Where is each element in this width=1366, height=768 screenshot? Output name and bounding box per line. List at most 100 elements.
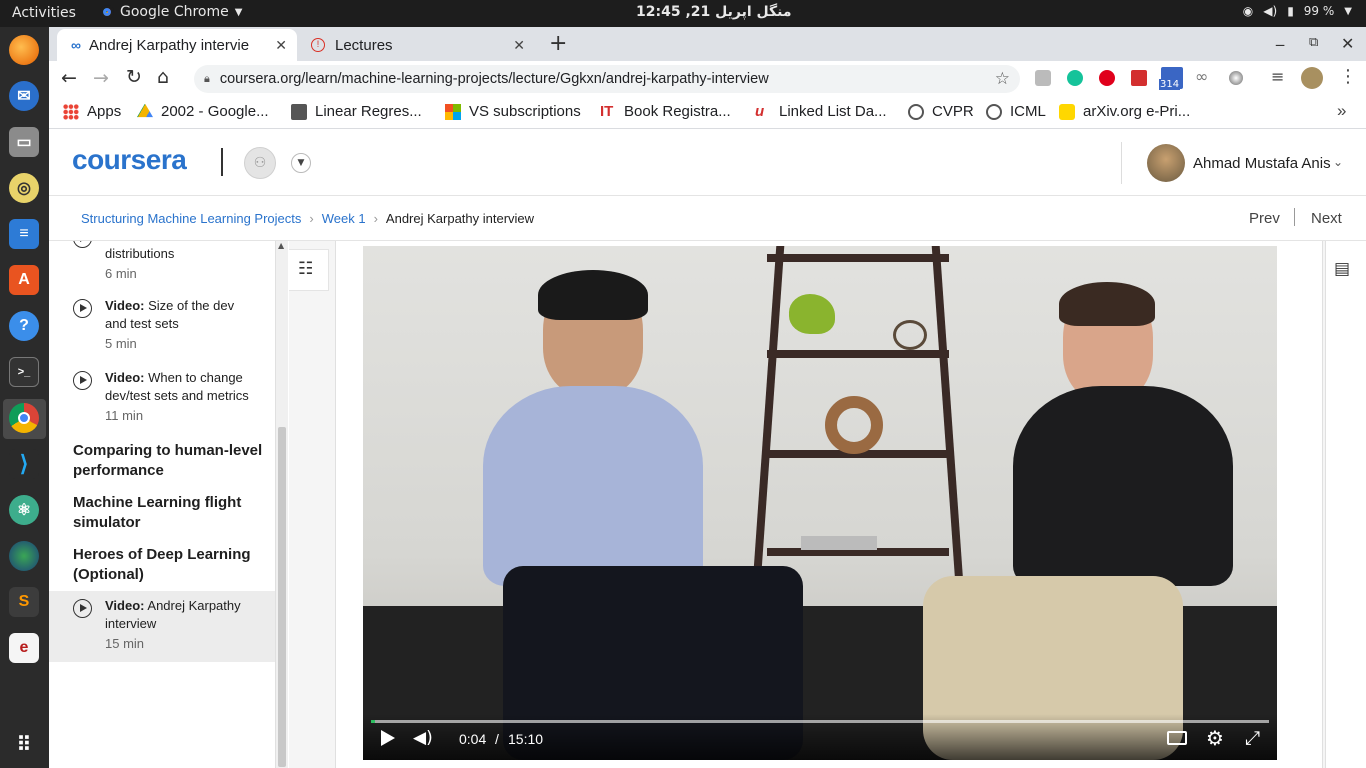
breadcrumb-week[interactable]: Week 1 [322,211,366,226]
notes-icon[interactable]: ▤ [1334,259,1350,279]
scroll-up-icon[interactable]: ▲ [278,241,284,250]
media-list-icon[interactable]: ≡ [1271,67,1284,86]
it-logo-icon: IT [600,102,614,120]
tab-karpathy[interactable]: ∞ Andrej Karpathy intervie ✕ [57,29,297,61]
breadcrumb: Structuring Machine Learning Projects › … [81,211,534,226]
chevron-down-icon: ▼ [234,6,243,18]
breadcrumb-course[interactable]: Structuring Machine Learning Projects [81,211,301,226]
bookmark-linked-list[interactable]: u Linked List Da... [755,103,887,120]
bookmark-cvpr[interactable]: CVPR [908,103,974,120]
section-heading[interactable]: Heroes of Deep Learning (Optional) [73,545,263,585]
bookmark-google-drive[interactable]: 2002 - Google... [137,103,269,120]
activities-button[interactable]: Activities [12,5,76,21]
adblock-icon[interactable] [1099,70,1115,86]
mendeley-icon[interactable]: e [9,633,39,663]
team-avatar[interactable]: ⚇ [244,147,276,179]
bookmark-book-registration[interactable]: IT Book Registra... [600,103,731,120]
chevron-down-icon[interactable]: ▼ [291,153,311,173]
list-item[interactable]: distributions 6 min [73,241,273,287]
sidebar-scrollbar[interactable]: ▲ [275,241,288,768]
captions-icon[interactable] [1167,731,1187,745]
atom-icon[interactable]: ⚛ [9,495,39,525]
scroll-thumb[interactable] [278,427,286,767]
video-controls: ◀) 0:04 / 15:10 ⚙ ⤢ [363,714,1277,760]
browser-toolbar: ← → ↻ ⌂ 🔒︎ coursera.org/learn/machine-le… [49,61,1366,95]
play-icon[interactable] [381,730,395,746]
section-heading[interactable]: Machine Learning flight simulator [73,493,263,533]
software-center-icon[interactable]: A [9,265,39,295]
address-bar[interactable]: 🔒︎ coursera.org/learn/machine-learning-p… [194,65,1020,93]
chevron-right-icon: › [309,211,314,226]
rhythmbox-icon[interactable]: ◎ [9,173,39,203]
section-heading[interactable]: Comparing to human-level performance [73,441,263,481]
vscode-icon[interactable]: ⟩ [9,449,39,479]
progress-track[interactable] [371,720,1269,723]
earth-icon[interactable] [9,541,39,571]
new-tab-button[interactable]: + [549,31,567,56]
system-tray[interactable]: ◉ ◀) ▮ 99 % ▼ [1243,4,1352,18]
clock[interactable]: منگل اپریل 21, 12:45 [636,4,792,20]
list-item[interactable]: Video: When to change dev/test sets and … [73,369,273,431]
home-icon[interactable]: ⌂ [157,66,169,88]
close-icon[interactable]: ✕ [513,37,525,54]
video-player[interactable]: ◀) 0:04 / 15:10 ⚙ ⤢ [363,246,1277,760]
gear-icon[interactable]: ⚙ [1206,726,1224,750]
minimize-button[interactable]: ‒ [1275,35,1285,54]
show-applications-icon[interactable]: ⠿ [9,729,39,759]
bookmark-icml[interactable]: ICML [986,103,1046,120]
globe-icon [908,103,924,120]
tab-lectures[interactable]: ! Lectures ✕ [299,29,535,61]
bookmark-linear-regression[interactable]: Linear Regres... [291,103,422,120]
sublime-icon[interactable]: S [9,587,39,617]
tab-strip: ∞ Andrej Karpathy intervie ✕ ! Lectures … [49,27,1366,61]
profile-avatar[interactable] [1301,67,1323,89]
fullscreen-icon[interactable]: ⤢ [1245,727,1260,749]
close-window-button[interactable]: ✕ [1341,34,1354,53]
firefox-icon[interactable] [9,35,39,65]
outline-toggle[interactable]: ☷ [289,249,329,291]
maximize-button[interactable]: ⧉ [1309,35,1318,50]
bookmark-vs-subscriptions[interactable]: VS subscriptions [445,103,581,120]
help-icon[interactable]: ? [9,311,39,341]
coursera-logo[interactable]: coursera [72,144,187,176]
files-icon[interactable]: ▭ [9,127,39,157]
chrome-dock-icon[interactable] [9,403,39,433]
play-circle-icon [73,241,92,248]
reload-icon[interactable]: ↻ [126,66,142,88]
next-button[interactable]: Next [1311,210,1342,227]
bookmark-arxiv[interactable]: arXiv.org e-Pri... [1059,103,1190,120]
user-name[interactable]: Ahmad Mustafa Anis [1193,155,1331,172]
item-title: Video: Andrej Karpathy interview [105,598,241,631]
play-circle-icon [73,371,92,390]
binoculars-icon[interactable]: ∞ [1195,67,1208,86]
bookmark-star-icon[interactable]: ☆ [995,69,1010,89]
apps-grid-icon [63,103,79,120]
header-divider [221,148,223,176]
menu-icon[interactable]: ⋮ [1339,66,1357,87]
writer-icon[interactable]: ≡ [9,219,39,249]
chevron-down-icon[interactable]: ⌄ [1333,155,1343,169]
app-menu[interactable]: Google Chrome ▼ [100,4,242,20]
back-icon[interactable]: ← [61,67,77,89]
bookmark-apps[interactable]: Apps [63,103,121,120]
coursera-page: coursera ⚇ ▼ Ahmad Mustafa Anis ⌄ Struct… [49,130,1366,768]
user-avatar[interactable] [1147,144,1185,182]
more-bookmarks-icon[interactable]: » [1337,101,1346,121]
grammarly-icon[interactable] [1067,70,1083,86]
breadcrumb-bar: Structuring Machine Learning Projects › … [49,196,1366,241]
progress-fill [371,720,376,723]
pdf-extension-icon[interactable] [1131,70,1147,86]
prev-button[interactable]: Prev [1249,210,1280,227]
circle-extension-icon[interactable] [1229,71,1243,85]
volume-icon[interactable]: ◀) [413,728,433,748]
thunderbird-icon[interactable]: ✉ [9,81,39,111]
list-item: Video: Andrej Karpathy interview 15 min [73,597,273,659]
forward-icon[interactable]: → [93,67,109,89]
terminal-icon[interactable]: >_ [9,357,39,387]
extension-icon[interactable] [1035,70,1051,86]
close-icon[interactable]: ✕ [275,37,287,54]
play-circle-icon [73,299,92,318]
play-circle-icon [73,599,92,618]
active-list-item[interactable]: Video: Andrej Karpathy interview 15 min [49,591,275,662]
list-item[interactable]: Video: Size of the dev and test sets 5 m… [73,297,273,359]
